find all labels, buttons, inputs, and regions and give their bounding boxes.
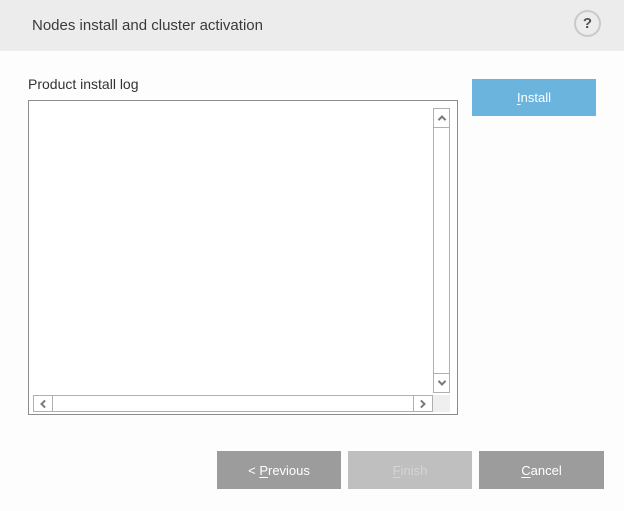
chevron-down-icon <box>437 377 445 385</box>
button-label: < <box>248 463 259 478</box>
scroll-down-button[interactable] <box>433 373 450 393</box>
scrollbar-corner <box>433 395 450 412</box>
help-button[interactable]: ? <box>574 10 601 37</box>
vertical-scrollbar-thumb[interactable] <box>433 127 450 374</box>
page-title: Nodes install and cluster activation <box>32 17 263 34</box>
scroll-up-button[interactable] <box>433 108 450 128</box>
chevron-right-icon <box>417 399 425 407</box>
product-install-log-content[interactable] <box>31 103 431 392</box>
finish-button: Finish <box>348 451 472 489</box>
horizontal-scrollbar[interactable] <box>33 395 433 412</box>
cancel-button[interactable]: Cancel <box>479 451 604 489</box>
install-button[interactable]: Install <box>472 79 596 116</box>
product-install-log-label: Product install log <box>28 76 139 92</box>
scroll-right-button[interactable] <box>413 395 433 412</box>
chevron-up-icon <box>437 115 445 123</box>
chevron-left-icon <box>40 399 48 407</box>
product-install-log-box <box>28 100 458 415</box>
scroll-left-button[interactable] <box>33 395 53 412</box>
horizontal-scrollbar-thumb[interactable] <box>52 395 414 412</box>
vertical-scrollbar[interactable] <box>433 108 450 393</box>
previous-button[interactable]: < Previous <box>217 451 341 489</box>
question-mark-icon: ? <box>583 15 592 32</box>
wizard-window: Nodes install and cluster activation ? P… <box>0 0 624 511</box>
header: Nodes install and cluster activation ? <box>0 0 624 51</box>
